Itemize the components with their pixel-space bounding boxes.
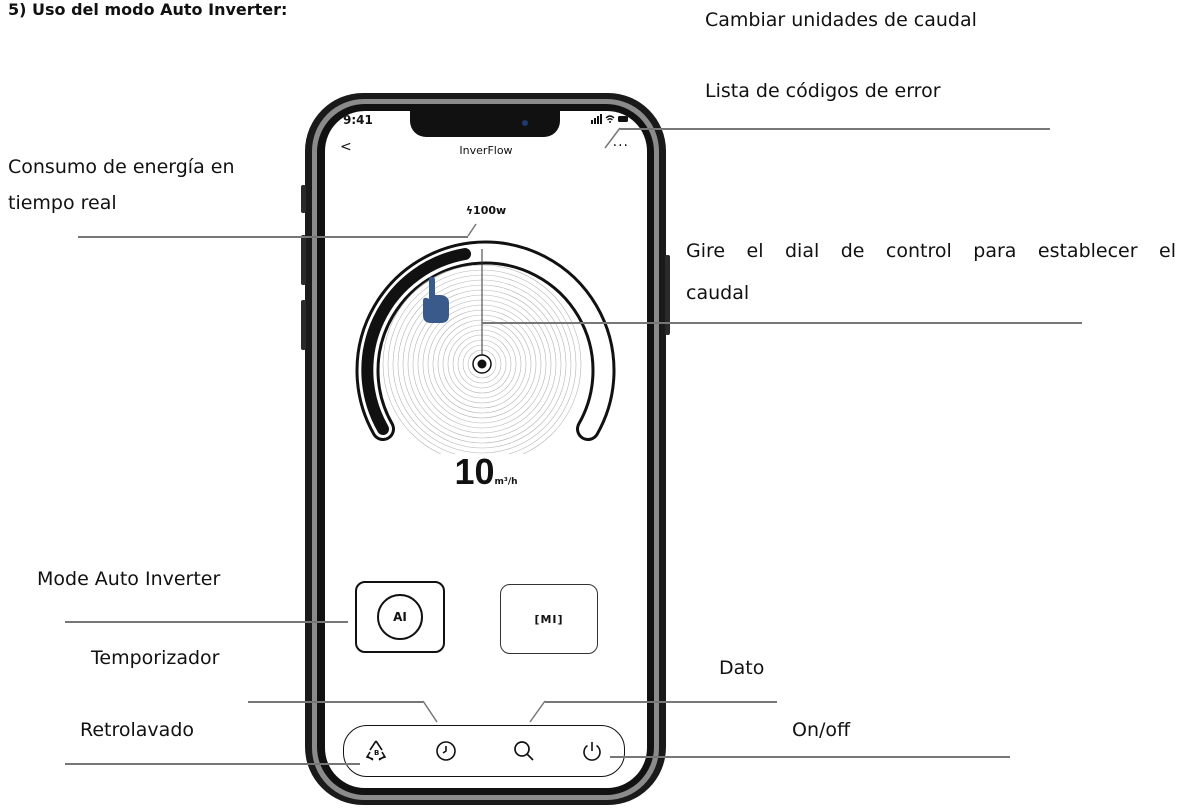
leader-diagonals [422,127,621,723]
